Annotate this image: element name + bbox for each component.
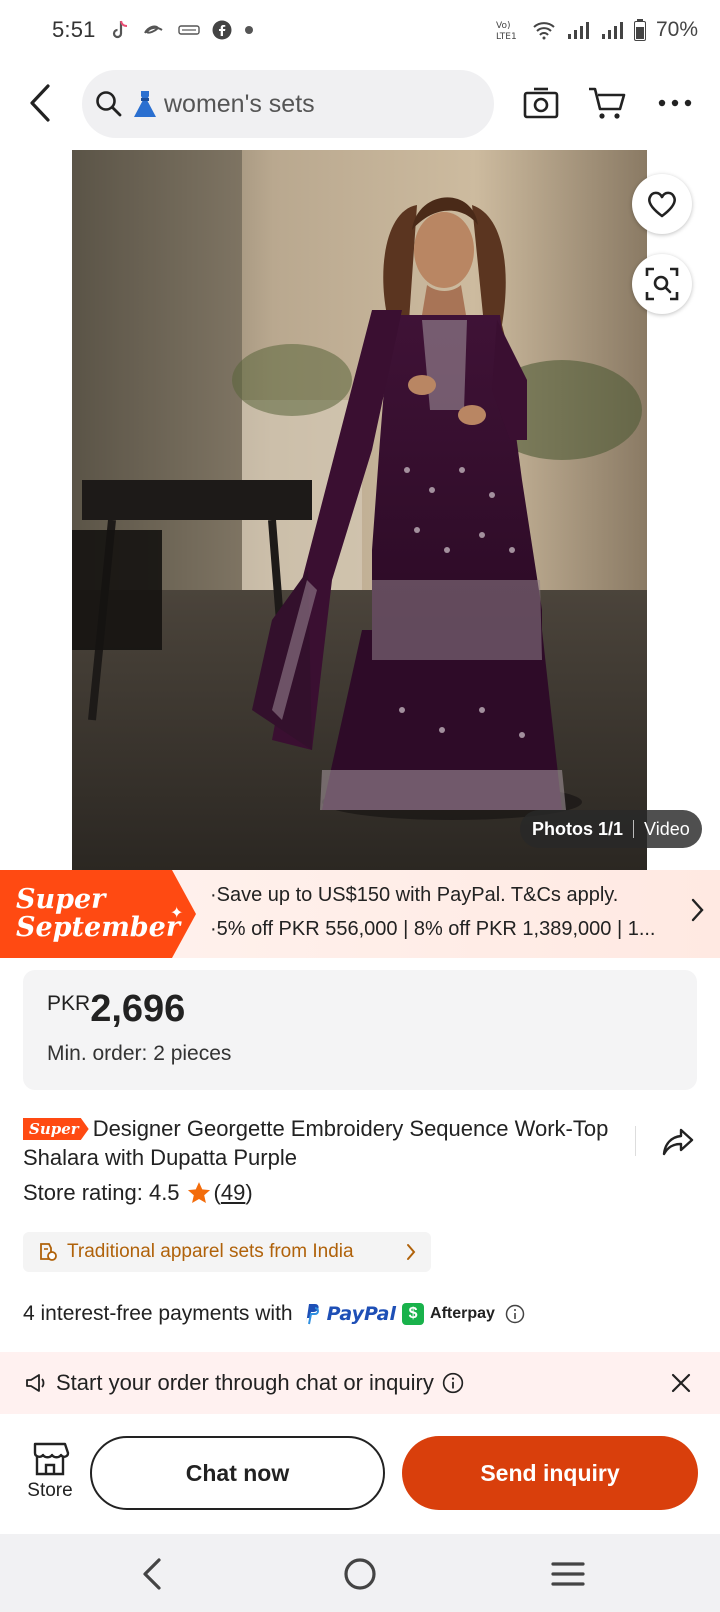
- badge-line2: September: [16, 912, 181, 943]
- price-value: 2,696: [90, 988, 186, 1030]
- price-card: PKR 2,696 Min. order: 2 pieces: [23, 970, 697, 1090]
- battery-icon: [633, 19, 646, 41]
- rating-paren-open: (: [213, 1180, 221, 1205]
- store-icon: [33, 1442, 70, 1476]
- battery-percent: 70%: [655, 18, 698, 41]
- tiktok-icon: [110, 19, 130, 41]
- status-app-icons: [110, 19, 254, 41]
- installments-text: 4 interest-free payments with: [23, 1302, 293, 1325]
- payment-options: 4 interest-free payments with PayPal $ A…: [23, 1302, 525, 1326]
- dot-icon: [244, 25, 254, 35]
- back-icon: [30, 84, 50, 122]
- media-divider: [633, 820, 635, 838]
- paypal-icon: [305, 1304, 319, 1325]
- heart-icon: [648, 191, 676, 218]
- facebook-icon: [212, 20, 232, 40]
- share-icon: [662, 1128, 694, 1156]
- super-tag: Super: [23, 1118, 89, 1140]
- image-search-button[interactable]: [632, 254, 692, 314]
- apparel-tag-icon: [40, 1243, 57, 1261]
- photos-tab[interactable]: Photos 1/1: [532, 819, 623, 840]
- system-home-button[interactable]: [338, 1552, 382, 1596]
- search-input[interactable]: women's sets: [82, 70, 494, 138]
- search-header: women's sets: [0, 68, 720, 138]
- cart-button[interactable]: [584, 80, 630, 126]
- wifi-icon: [532, 20, 556, 40]
- status-bar: 5:51 Vo) LTE1 70%: [0, 0, 720, 60]
- alibaba-icon: [142, 21, 166, 39]
- status-system-icons: Vo) LTE1 70%: [496, 18, 698, 42]
- order-notice-bar: Start your order through chat or inquiry: [0, 1352, 720, 1414]
- store-rating: Store rating: 4.5 (49): [23, 1180, 253, 1206]
- chat-now-button[interactable]: Chat now: [90, 1436, 385, 1510]
- camera-icon: [523, 87, 559, 119]
- more-icon: [658, 99, 692, 107]
- share-button[interactable]: [658, 1122, 698, 1162]
- rating-count-link[interactable]: 49: [221, 1180, 245, 1206]
- search-icon: [96, 91, 122, 117]
- afterpay-logo: Afterpay: [430, 1305, 495, 1322]
- image-search-icon: [645, 267, 679, 301]
- price: PKR 2,696: [47, 988, 185, 1031]
- system-back-button[interactable]: [130, 1552, 174, 1596]
- store-button[interactable]: Store: [18, 1440, 82, 1510]
- volte-icon: Vo) LTE1: [496, 19, 522, 41]
- promo-line-discounts: ·5% off PKR 556,000 | 8% off PKR 1,389,0…: [210, 918, 656, 940]
- temu-icon: [177, 23, 200, 37]
- media-switcher[interactable]: Photos 1/1 Video: [520, 810, 702, 848]
- info-icon[interactable]: [505, 1304, 525, 1324]
- system-recents-button[interactable]: [546, 1552, 590, 1596]
- dress-icon: [134, 91, 156, 117]
- signal-icon: [600, 20, 624, 40]
- send-inquiry-button[interactable]: Send inquiry: [402, 1436, 698, 1510]
- divider: [635, 1126, 636, 1156]
- back-button[interactable]: [18, 80, 62, 126]
- close-notice-button[interactable]: [668, 1370, 694, 1396]
- min-order: Min. order: 2 pieces: [47, 1042, 232, 1065]
- notice-text: Start your order through chat or inquiry: [56, 1370, 434, 1395]
- close-icon: [671, 1373, 691, 1393]
- megaphone-icon: [26, 1374, 45, 1392]
- home-icon: [344, 1558, 376, 1590]
- menu-icon: [551, 1562, 585, 1586]
- back-icon: [143, 1558, 161, 1590]
- category-chip[interactable]: Traditional apparel sets from India: [23, 1232, 431, 1272]
- category-chip-label: Traditional apparel sets from India: [67, 1241, 354, 1262]
- chevron-right-icon: [690, 896, 706, 929]
- signal-icon: [566, 20, 590, 40]
- favorite-button[interactable]: [632, 174, 692, 234]
- bottom-action-bar: Store Chat now Send inquiry: [0, 1414, 720, 1534]
- search-query: women's sets: [164, 89, 315, 118]
- price-currency: PKR: [47, 992, 91, 1015]
- promo-banner[interactable]: Super September ✦ ·Save up to US$150 wit…: [0, 870, 720, 958]
- promo-line-paypal: ·Save up to US$150 with PayPal. T&Cs app…: [210, 884, 619, 906]
- sparkle-icon: ✦: [170, 905, 184, 922]
- afterpay-icon: $: [402, 1303, 425, 1325]
- info-icon[interactable]: [442, 1372, 464, 1394]
- cart-icon: [589, 87, 626, 119]
- camera-search-button[interactable]: [518, 80, 564, 126]
- more-options-button[interactable]: [652, 80, 698, 126]
- rating-paren-close: ): [245, 1180, 253, 1205]
- product-title: Super Designer Georgette Embroidery Seque…: [23, 1114, 623, 1172]
- paypal-logo: PayPal: [326, 1303, 397, 1325]
- super-september-badge: Super September: [0, 870, 196, 958]
- system-nav-bar: [0, 1534, 720, 1612]
- status-time: 5:51: [52, 17, 96, 42]
- star-icon: [187, 1182, 210, 1203]
- product-title-text: Designer Georgette Embroidery Sequence W…: [23, 1116, 609, 1170]
- video-tab[interactable]: Video: [644, 819, 690, 840]
- store-label: Store: [27, 1480, 73, 1501]
- svg-text:Vo): Vo): [496, 21, 510, 31]
- store-rating-label: Store rating: 4.5: [23, 1180, 180, 1205]
- product-photo: [72, 150, 647, 870]
- product-image[interactable]: [72, 150, 647, 870]
- chevron-right-icon: [405, 1243, 417, 1267]
- badge-line1: Super: [16, 884, 106, 915]
- svg-text:LTE1: LTE1: [496, 32, 517, 41]
